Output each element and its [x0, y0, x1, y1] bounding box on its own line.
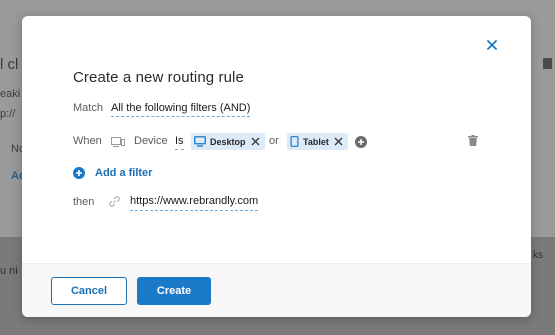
tablet-icon	[290, 136, 299, 147]
add-filter-label: Add a filter	[95, 167, 153, 179]
remove-value-button[interactable]	[250, 136, 262, 148]
then-label: then	[73, 196, 95, 208]
background-text: ks	[533, 250, 543, 261]
background-text: p://	[0, 108, 16, 120]
background-trash-icon	[543, 58, 552, 69]
add-filter-button[interactable]: Add a filter	[73, 167, 152, 179]
filter-operator-select[interactable]: Is	[175, 135, 184, 150]
filter-field-name: Device	[134, 135, 168, 147]
add-value-button[interactable]	[355, 136, 367, 148]
link-icon	[109, 196, 120, 207]
remove-value-button[interactable]	[333, 136, 345, 148]
plus-circle-icon	[73, 167, 85, 179]
match-mode-select[interactable]: All the following filters (AND)	[111, 102, 251, 117]
background-text: l cl	[0, 56, 19, 73]
value-tag-label: Tablet	[303, 136, 329, 147]
cancel-button[interactable]: Cancel	[51, 277, 127, 305]
remove-icon	[334, 137, 343, 146]
remove-icon	[251, 137, 260, 146]
create-button[interactable]: Create	[137, 277, 211, 305]
plus-icon	[358, 139, 364, 145]
value-tag-label: Desktop	[210, 136, 246, 147]
match-label: Match	[73, 102, 103, 114]
when-label: When	[73, 135, 102, 147]
delete-filter-icon[interactable]	[468, 135, 478, 146]
dialog-footer: Cancel Create	[22, 263, 531, 317]
close-button[interactable]	[481, 34, 503, 56]
desktop-icon	[194, 136, 206, 147]
value-tag-tablet: Tablet	[287, 133, 348, 150]
values-joiner: or	[269, 135, 279, 147]
background-text: u ni	[0, 265, 18, 277]
background-text: eaki	[0, 88, 21, 100]
device-icon	[111, 137, 125, 147]
value-tag-desktop: Desktop	[191, 133, 265, 150]
routing-rule-dialog: Create a new routing rule Match All the …	[22, 16, 531, 317]
dialog-title: Create a new routing rule	[73, 69, 244, 86]
close-icon	[487, 40, 497, 50]
destination-url-input[interactable]: https://www.rebrandly.com	[130, 195, 259, 211]
